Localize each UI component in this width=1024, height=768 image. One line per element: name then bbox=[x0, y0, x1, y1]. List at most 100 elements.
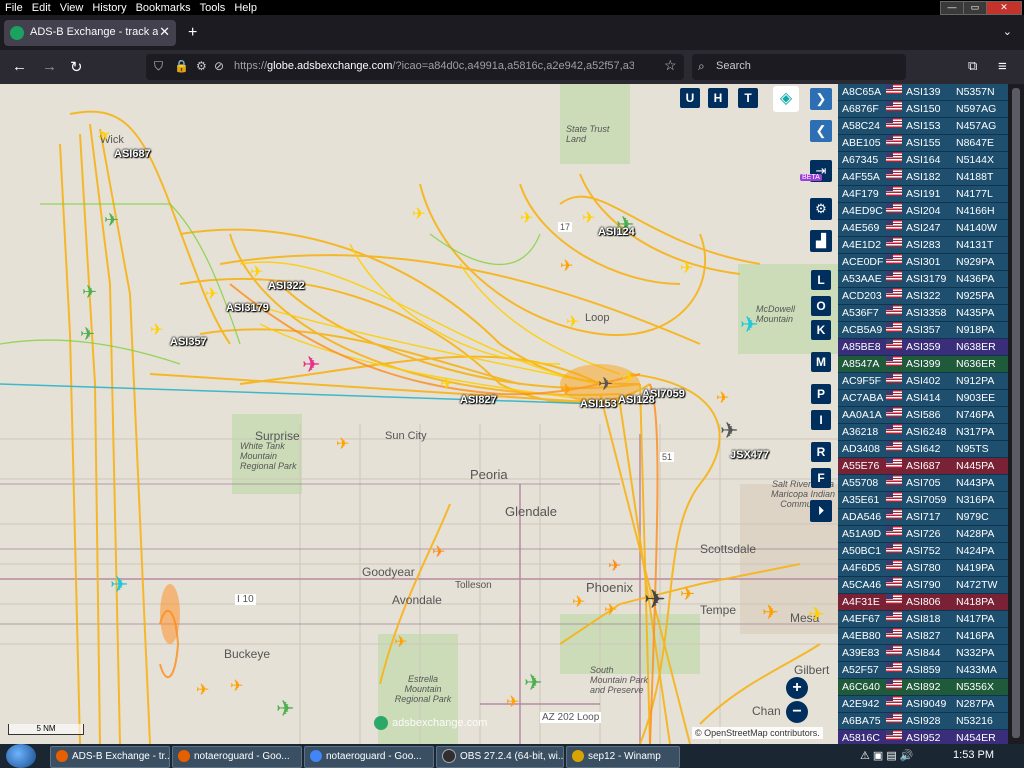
aircraft-icon[interactable]: ✈ bbox=[604, 600, 617, 620]
zoom-in-button[interactable]: + bbox=[786, 677, 808, 699]
table-row[interactable]: AC9F5F ASI402 N912PA bbox=[838, 373, 1008, 390]
close-tab-icon[interactable]: ✕ bbox=[159, 24, 170, 40]
table-row[interactable]: AA0A1A ASI586 N746PA bbox=[838, 407, 1008, 424]
aircraft-icon[interactable]: ✈ bbox=[150, 320, 163, 340]
table-row[interactable]: A36218 ASI6248 N317PA bbox=[838, 424, 1008, 441]
scrollbar-thumb[interactable] bbox=[1012, 88, 1020, 738]
table-row[interactable]: ACE0DF ASI301 N929PA bbox=[838, 254, 1008, 271]
table-row[interactable]: A55708 ASI705 N443PA bbox=[838, 475, 1008, 492]
menu-history[interactable]: History bbox=[87, 0, 130, 15]
menu-help[interactable]: Help bbox=[229, 0, 261, 15]
tray-icons[interactable]: ⚠ ▣ ▤ 🔊 bbox=[860, 749, 914, 762]
table-row[interactable]: A67345 ASI164 N5144X bbox=[838, 152, 1008, 169]
table-row[interactable]: A5816C ASI952 N454ER bbox=[838, 730, 1008, 744]
new-tab-button[interactable]: + bbox=[188, 24, 197, 42]
aircraft-label[interactable]: JSX477 bbox=[730, 449, 769, 461]
aircraft-label[interactable]: ASI153 bbox=[580, 398, 617, 410]
aircraft-icon[interactable]: ✈ bbox=[276, 696, 294, 722]
aircraft-icon[interactable]: ✈ bbox=[394, 632, 407, 652]
app-menu-button[interactable]: ≡ bbox=[998, 58, 1007, 75]
map-attribution[interactable]: © OpenStreetMap contributors. bbox=[692, 727, 823, 739]
close-window-button[interactable]: ✕ bbox=[986, 1, 1022, 15]
aircraft-icon[interactable]: ✈ bbox=[80, 324, 95, 345]
aircraft-icon[interactable]: ✈ bbox=[762, 600, 779, 625]
aircraft-label[interactable]: ASI124 bbox=[598, 226, 635, 238]
aircraft-label[interactable]: ASI357 bbox=[170, 336, 207, 348]
bookmark-star-icon[interactable]: ☆ bbox=[664, 57, 677, 74]
aircraft-icon[interactable]: ✈ bbox=[250, 262, 263, 282]
aircraft-icon[interactable]: ✈ bbox=[560, 380, 573, 400]
aircraft-icon[interactable]: ✈ bbox=[506, 692, 519, 712]
table-row[interactable]: A55E76 ASI687 N445PA bbox=[838, 458, 1008, 475]
aircraft-label[interactable]: ASI687 bbox=[114, 148, 151, 160]
aircraft-icon[interactable]: ✈ bbox=[230, 676, 243, 696]
aircraft-label[interactable]: ASI322 bbox=[268, 280, 305, 292]
menu-edit[interactable]: Edit bbox=[27, 0, 55, 15]
aircraft-icon[interactable]: ✈ bbox=[716, 388, 729, 408]
windows-start-icon[interactable] bbox=[6, 744, 36, 768]
toggle-t-button[interactable]: T bbox=[738, 88, 758, 108]
taskbar-item[interactable]: sep12 - Winamp bbox=[566, 746, 680, 768]
aircraft-icon[interactable]: ✈ bbox=[196, 680, 209, 700]
toggle-u-button[interactable]: U bbox=[680, 88, 700, 108]
aircraft-icon[interactable]: ✈ bbox=[524, 670, 542, 696]
table-row[interactable]: A6C640 ASI892 N5356X bbox=[838, 679, 1008, 696]
clock[interactable]: 1:53 PM bbox=[953, 749, 994, 761]
toggle-o-button[interactable]: O bbox=[811, 296, 831, 316]
toggle-f-button[interactable]: F bbox=[811, 468, 831, 488]
table-row[interactable]: A2E942 ASI9049 N287PA bbox=[838, 696, 1008, 713]
toggle-k-button[interactable]: K bbox=[811, 320, 831, 340]
camera-blocked-icon[interactable]: ⊘ bbox=[214, 59, 224, 73]
aircraft-icon[interactable]: ✈ bbox=[440, 374, 453, 394]
table-row[interactable]: A53AAE ASI3179 N436PA bbox=[838, 271, 1008, 288]
aircraft-icon[interactable]: ✈ bbox=[622, 368, 635, 388]
table-row[interactable]: A6876F ASI150 N597AG bbox=[838, 101, 1008, 118]
url-bar[interactable]: ⛉ 🔒 ⚙ ⊘ https://globe.adsbexchange.com/?… bbox=[146, 54, 684, 80]
aircraft-table[interactable]: A8C65A ASI139 N5357N A6876F ASI150 N597AG A58C… bbox=[838, 84, 1008, 744]
reload-button[interactable]: ↻ bbox=[70, 58, 83, 76]
expand-right-icon[interactable]: ❯ bbox=[810, 88, 832, 110]
table-row[interactable]: A4F6D5 ASI780 N419PA bbox=[838, 560, 1008, 577]
minimize-button[interactable]: — bbox=[940, 1, 964, 15]
toggle-p-button[interactable]: P bbox=[811, 384, 831, 404]
table-row[interactable]: A52F57 ASI859 N433MA bbox=[838, 662, 1008, 679]
aircraft-icon[interactable]: ✈ bbox=[644, 584, 666, 615]
table-row[interactable]: ADA546 ASI717 N979C bbox=[838, 509, 1008, 526]
aircraft-icon[interactable]: ✈ bbox=[680, 584, 695, 605]
table-row[interactable]: A58C24 ASI153 N457AG bbox=[838, 118, 1008, 135]
aircraft-icon[interactable]: ✈ bbox=[740, 312, 758, 338]
menu-tools[interactable]: Tools bbox=[195, 0, 230, 15]
aircraft-icon[interactable]: ✈ bbox=[104, 210, 119, 231]
list-tabs-button[interactable]: ⌄ bbox=[1003, 25, 1012, 38]
table-row[interactable]: A4F179 ASI191 N4177L bbox=[838, 186, 1008, 203]
table-row[interactable]: A4E1D2 ASI283 N4131T bbox=[838, 237, 1008, 254]
aircraft-icon[interactable]: ✈ bbox=[598, 374, 613, 395]
extensions-icon[interactable]: ⧉ bbox=[968, 58, 977, 74]
table-row[interactable]: A4F31E ASI806 N418PA bbox=[838, 594, 1008, 611]
collapse-left-icon[interactable]: ❮ bbox=[810, 120, 832, 142]
aircraft-icon[interactable]: ✈ bbox=[302, 352, 320, 378]
aircraft-icon[interactable]: ✈ bbox=[432, 542, 445, 562]
table-row[interactable]: ACB5A9 ASI357 N918PA bbox=[838, 322, 1008, 339]
aircraft-icon[interactable]: ✈ bbox=[520, 208, 533, 228]
menu-view[interactable]: View bbox=[55, 0, 88, 15]
aircraft-icon[interactable]: ✈ bbox=[412, 204, 425, 224]
table-row[interactable]: A8547A ASI399 N636ER bbox=[838, 356, 1008, 373]
table-row[interactable]: AD3408 ASI642 N95TS bbox=[838, 441, 1008, 458]
aircraft-icon[interactable]: ✈ bbox=[720, 418, 738, 444]
table-row[interactable]: A4E569 ASI247 N4140W bbox=[838, 220, 1008, 237]
toggle-m-button[interactable]: M bbox=[811, 352, 831, 372]
table-row[interactable]: A39E83 ASI844 N332PA bbox=[838, 645, 1008, 662]
table-row[interactable]: A85BE8 ASI359 N638ER bbox=[838, 339, 1008, 356]
tracking-protection-icon[interactable]: ⛉ bbox=[154, 59, 163, 74]
aircraft-label[interactable]: ASI3179 bbox=[226, 302, 269, 314]
layers-icon[interactable]: ◈ bbox=[773, 86, 799, 112]
taskbar-item[interactable]: ADS-B Exchange - tr... bbox=[50, 746, 170, 768]
tab-adsb[interactable]: ADS-B Exchange - track aircraft ✕ bbox=[4, 20, 176, 46]
permissions-icon[interactable]: ⚙ bbox=[196, 59, 207, 73]
forward-button[interactable]: → bbox=[42, 58, 57, 75]
taskbar-item[interactable]: notaeroguard - Goo... bbox=[172, 746, 302, 768]
aircraft-icon[interactable]: ✈ bbox=[808, 602, 825, 627]
table-row[interactable]: ABE105 ASI155 N8647E bbox=[838, 135, 1008, 152]
toggle-l-button[interactable]: L bbox=[811, 270, 831, 290]
